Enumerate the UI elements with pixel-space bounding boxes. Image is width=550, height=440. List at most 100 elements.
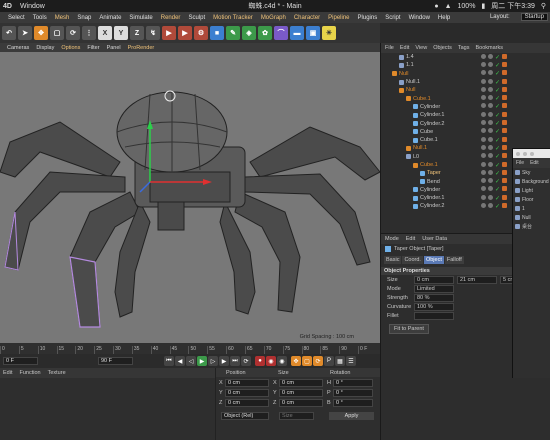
- object-menu-view[interactable]: View: [415, 45, 427, 51]
- subdivision-icon[interactable]: ◈: [242, 26, 256, 40]
- battery-label[interactable]: 100%: [458, 3, 476, 10]
- object-row[interactable]: Null.1 ✓: [381, 78, 550, 86]
- object-row[interactable]: Cube.1 ✓: [381, 94, 550, 102]
- enabled-check-icon[interactable]: ✓: [495, 178, 500, 185]
- menu-render[interactable]: Render: [161, 15, 181, 21]
- search-icon[interactable]: ⚲: [541, 2, 546, 10]
- object-name[interactable]: Cylinder.1: [420, 112, 444, 118]
- tag-icon[interactable]: [502, 161, 508, 167]
- viewport-menu-panel[interactable]: Panel: [107, 45, 121, 51]
- object-name[interactable]: Cube.1: [420, 162, 438, 168]
- visibility-dot-icon[interactable]: [481, 136, 486, 142]
- battery-icon[interactable]: ▮: [481, 2, 485, 10]
- floating-list-item[interactable]: Null: [513, 213, 550, 222]
- visibility-dot-icon[interactable]: [481, 53, 486, 59]
- next-key-icon[interactable]: ▶: [219, 356, 229, 366]
- key-scale-icon[interactable]: ▢: [302, 356, 312, 366]
- menu-simulate[interactable]: Simulate: [129, 15, 152, 21]
- visibility-dot-icon[interactable]: [481, 95, 486, 101]
- attribute-tab-falloff[interactable]: Falloff: [444, 256, 464, 264]
- viewport-menu-display[interactable]: Display: [36, 45, 54, 51]
- viewport-menu-filter[interactable]: Filter: [87, 45, 99, 51]
- object-name[interactable]: Cylinder.2: [420, 121, 444, 127]
- object-row[interactable]: Null ✓: [381, 70, 550, 78]
- floating-list-item[interactable]: 桌台: [513, 222, 550, 231]
- tag-icon[interactable]: [502, 78, 508, 84]
- enabled-check-icon[interactable]: ✓: [495, 153, 500, 160]
- visibility-dot-icon[interactable]: [481, 144, 486, 150]
- attribute-tab-coord[interactable]: Coord.: [402, 256, 423, 264]
- visibility-dot-icon[interactable]: [481, 70, 486, 76]
- visibility-dot-icon[interactable]: [481, 61, 486, 67]
- timeline-menu-icon[interactable]: ☰: [346, 356, 356, 366]
- enabled-check-icon[interactable]: ✓: [495, 120, 500, 127]
- object-name[interactable]: Bend: [427, 179, 440, 185]
- visibility-dot-icon[interactable]: [481, 194, 486, 200]
- menu-animate[interactable]: Animate: [99, 15, 121, 21]
- object-menu-tags[interactable]: Tags: [458, 45, 470, 51]
- property-value[interactable]: Limited: [414, 284, 454, 293]
- start-frame-field[interactable]: 0 F: [3, 357, 38, 365]
- floating-menu-file[interactable]: File: [516, 160, 524, 166]
- floating-list-item[interactable]: Sky: [513, 168, 550, 177]
- autokey-icon[interactable]: ◉: [266, 356, 276, 366]
- render-dot-icon[interactable]: [488, 144, 493, 150]
- visibility-dot-icon[interactable]: [481, 169, 486, 175]
- visibility-dot-icon[interactable]: [481, 120, 486, 126]
- menu-character[interactable]: Character: [294, 15, 320, 21]
- material-menu-texture[interactable]: Texture: [48, 370, 66, 376]
- render-picture-viewer-icon[interactable]: ▶: [178, 26, 192, 40]
- enabled-check-icon[interactable]: ✓: [495, 95, 500, 102]
- attribute-menu-user-data[interactable]: User Data: [422, 236, 447, 242]
- tag-icon[interactable]: [502, 111, 508, 117]
- recent-tools-icon[interactable]: ⋮: [82, 26, 96, 40]
- render-dot-icon[interactable]: [488, 103, 493, 109]
- render-dot-icon[interactable]: [488, 194, 493, 200]
- enabled-check-icon[interactable]: ✓: [495, 112, 500, 119]
- bend-deformer-icon[interactable]: ⌒: [274, 26, 288, 40]
- object-name[interactable]: Null.1: [406, 79, 420, 85]
- wechat-icon[interactable]: ●: [434, 3, 438, 10]
- enabled-check-icon[interactable]: ✓: [495, 103, 500, 110]
- x-axis-button[interactable]: X: [98, 26, 112, 40]
- object-row[interactable]: Cylinder ✓: [381, 103, 550, 111]
- enabled-check-icon[interactable]: ✓: [495, 186, 500, 193]
- object-row[interactable]: Cylinder.1 ✓: [381, 111, 550, 119]
- key-position-icon[interactable]: ✥: [291, 356, 301, 366]
- visibility-dot-icon[interactable]: [481, 86, 486, 92]
- move-icon[interactable]: ✥: [34, 26, 48, 40]
- tag-icon[interactable]: [502, 61, 508, 67]
- viewport[interactable]: Grid Spacing : 100 cm: [0, 52, 380, 343]
- render-dot-icon[interactable]: [488, 202, 493, 208]
- object-row[interactable]: Cube ✓: [381, 128, 550, 136]
- object-name[interactable]: Null: [406, 87, 415, 93]
- render-settings-icon[interactable]: ⚙: [194, 26, 208, 40]
- scale-icon[interactable]: ▢: [50, 26, 64, 40]
- visibility-dot-icon[interactable]: [481, 128, 486, 134]
- viewport-menu-options[interactable]: Options: [61, 45, 80, 51]
- cube-icon[interactable]: ■: [210, 26, 224, 40]
- menu-snap[interactable]: Snap: [77, 15, 91, 21]
- light-icon[interactable]: ☀: [322, 26, 336, 40]
- tag-icon[interactable]: [502, 70, 508, 76]
- property-value[interactable]: 100 %: [414, 302, 454, 311]
- enabled-check-icon[interactable]: ✓: [495, 162, 500, 169]
- enabled-check-icon[interactable]: ✓: [495, 128, 500, 135]
- render-dot-icon[interactable]: [488, 70, 493, 76]
- menu-window[interactable]: Window: [409, 15, 430, 21]
- rotate-icon[interactable]: ⟳: [66, 26, 80, 40]
- prev-key-icon[interactable]: ◀: [175, 356, 185, 366]
- tag-icon[interactable]: [502, 86, 508, 92]
- coords-rotation-field[interactable]: 0 °: [333, 388, 373, 397]
- object-name[interactable]: L0: [413, 154, 419, 160]
- coords-size-field[interactable]: 0 cm: [279, 388, 323, 397]
- tag-icon[interactable]: [502, 144, 508, 150]
- enabled-check-icon[interactable]: ✓: [495, 170, 500, 177]
- render-dot-icon[interactable]: [488, 86, 493, 92]
- object-name[interactable]: Null: [399, 71, 408, 77]
- menu-plugins[interactable]: Plugins: [358, 15, 378, 21]
- object-name[interactable]: 1.1: [406, 62, 414, 68]
- y-axis-button[interactable]: Y: [114, 26, 128, 40]
- key-rotation-icon[interactable]: ⟳: [313, 356, 323, 366]
- menu-mesh[interactable]: Mesh: [55, 15, 70, 21]
